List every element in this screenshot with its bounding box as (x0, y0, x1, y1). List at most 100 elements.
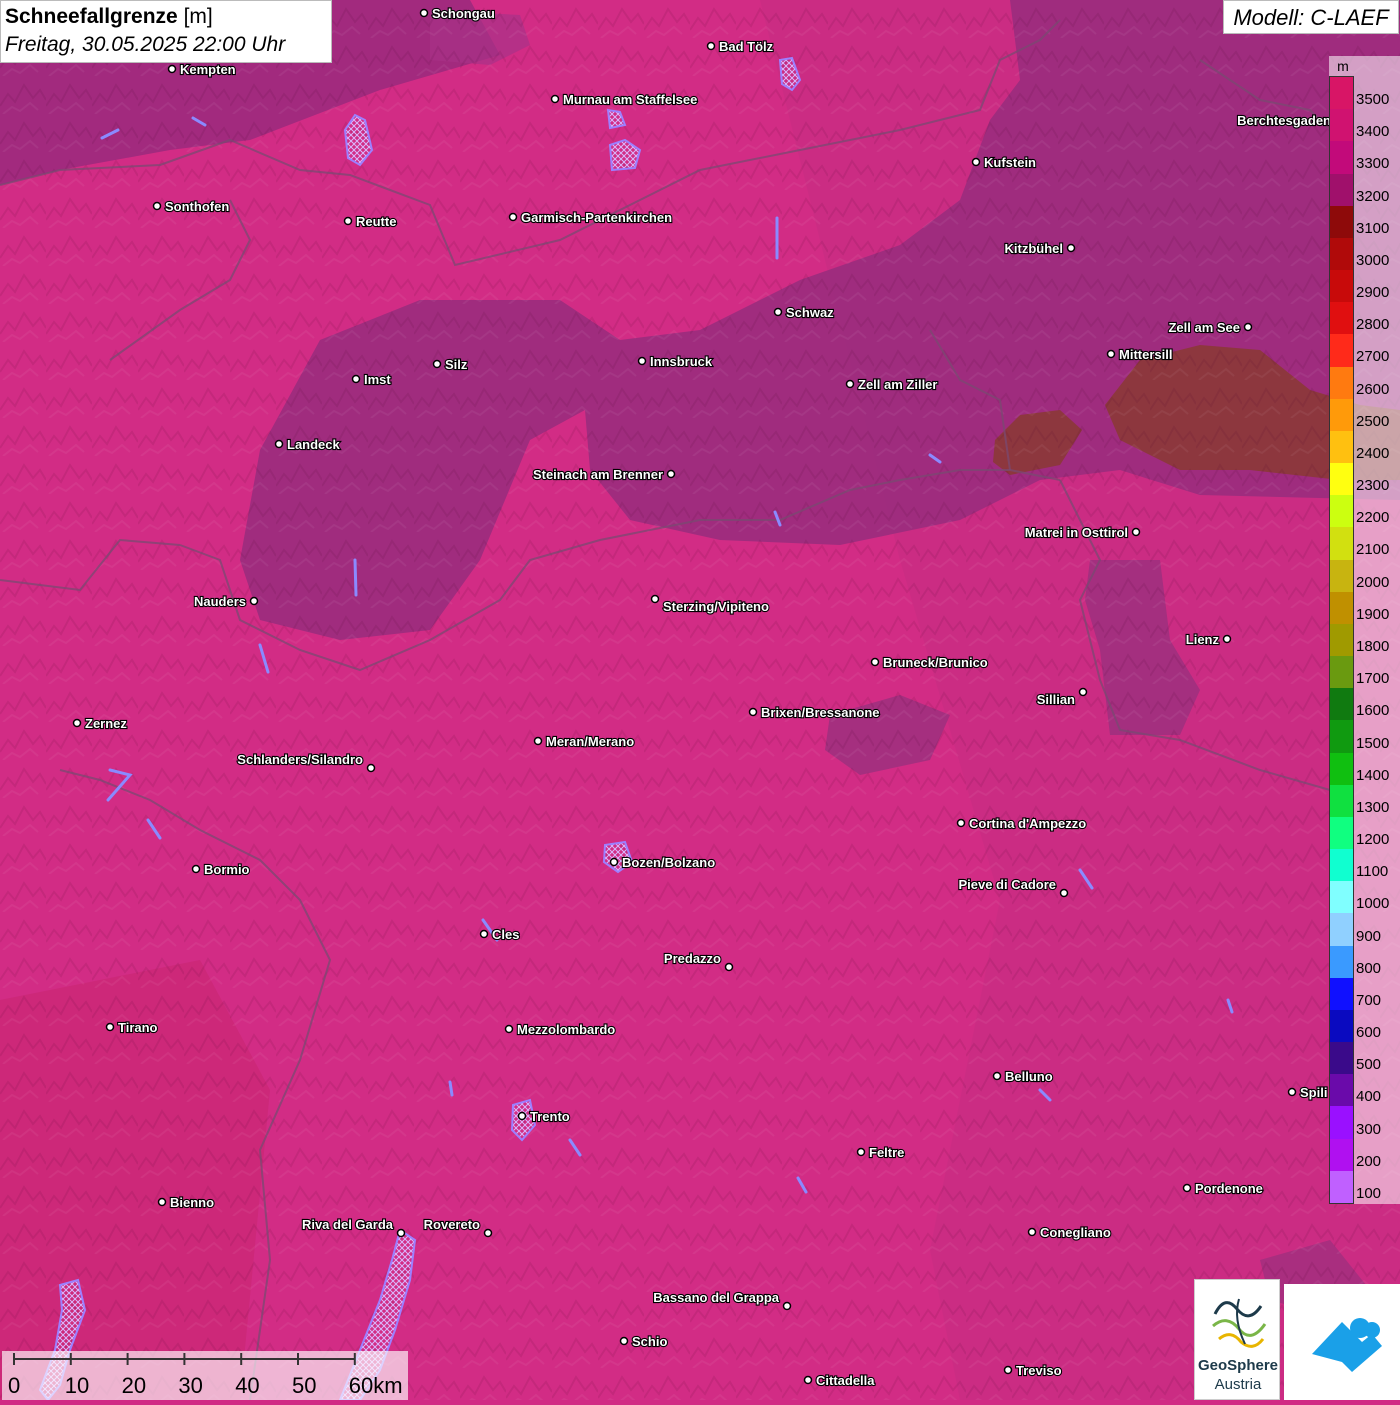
city-marker-dot (748, 707, 758, 717)
legend-swatch (1330, 205, 1353, 239)
city-marker-dot (724, 962, 734, 972)
city-label: Reutte (356, 214, 396, 229)
city-marker-dot (1066, 243, 1076, 253)
city-label: Cortina d'Ampezzo (969, 816, 1086, 831)
city-zell-am-see: Zell am See (1167, 319, 1253, 336)
legend-label: 2500 (1356, 412, 1390, 430)
legend-swatch (1330, 623, 1353, 657)
city-marker-dot (1287, 1087, 1297, 1097)
map-title-text: Schneefallgrenze (5, 5, 178, 28)
map-title-unit: [m] (183, 5, 213, 28)
legend-label: 1600 (1356, 702, 1390, 720)
legend-label: 1900 (1356, 605, 1390, 623)
city-label: Schio (632, 1334, 667, 1349)
city-marker-dot (1078, 687, 1088, 697)
city-pordenone: Pordenone (1182, 1180, 1264, 1197)
legend-label: 1100 (1356, 863, 1389, 881)
city-label: Mittersill (1119, 347, 1172, 362)
city-marker-dot (650, 594, 660, 604)
app-logo-icon (1312, 1318, 1382, 1372)
city-label: Schlanders/Silandro (237, 752, 363, 767)
legend-label: 300 (1356, 1120, 1382, 1138)
city-marker-dot (419, 8, 429, 18)
legend-swatch (1330, 945, 1353, 979)
legend-swatch (1330, 688, 1353, 721)
city-berchtesgaden: Berchtesgaden (1236, 112, 1344, 129)
geosphere-sub: Austria (1214, 1376, 1262, 1393)
legend-swatch (1330, 1138, 1353, 1172)
legend-swatch (1330, 656, 1353, 689)
city-marker-dot (782, 1301, 792, 1311)
scale-label: 50 (292, 1373, 317, 1398)
map-datetime: Freitag, 30.05.2025 22:00 Uhr (5, 33, 286, 56)
scale-label: 40 (235, 1373, 260, 1398)
snowfall-limit-map: Schongau Bad Tölz Kempten Murnau am Staffel… (0, 0, 1400, 1400)
city-garmisch-partenkirchen: Garmisch-Partenkirchen (508, 209, 673, 226)
geosphere-emblem-icon (1212, 1298, 1267, 1348)
city-label: Cittadella (816, 1373, 875, 1388)
city-marker-dot (1131, 527, 1141, 537)
city-marker-dot (508, 212, 518, 222)
city-label: Steinach am Brenner (533, 467, 663, 482)
legend-swatch (1330, 77, 1353, 110)
scale-label: 20 (121, 1373, 147, 1398)
legend-swatch (1330, 527, 1353, 561)
legend-label: 2400 (1356, 444, 1390, 462)
city-innsbruck: Innsbruck (637, 353, 714, 370)
city-label: Bruneck/Brunico (883, 655, 988, 670)
city-label: Silz (445, 357, 468, 372)
app-logo (1284, 1284, 1400, 1400)
legend-label: 2600 (1356, 380, 1390, 398)
city-label: Zernez (85, 716, 127, 731)
legend-swatch (1330, 720, 1353, 754)
city-murnau-am-staffelsee: Murnau am Staffelsee (550, 91, 698, 108)
city-label: Murnau am Staffelsee (563, 92, 697, 107)
city-marker-dot (666, 469, 676, 479)
legend-swatch (1330, 816, 1353, 850)
city-marker-dot (396, 1228, 406, 1238)
legend-swatch (1330, 1170, 1353, 1204)
city-label: Feltre (869, 1145, 904, 1160)
city-marker-dot (351, 374, 361, 384)
city-label: Tirano (118, 1020, 158, 1035)
city-marker-dot (706, 41, 716, 51)
city-marker-dot (167, 64, 177, 74)
legend-swatch (1330, 881, 1353, 914)
city-matrei-in-osttirol: Matrei in Osttirol (1024, 524, 1141, 541)
city-marker-dot (845, 379, 855, 389)
model-label: Modell: C-LAEF (1223, 0, 1399, 34)
legend-label: 2700 (1356, 348, 1390, 366)
legend-label: 1400 (1356, 766, 1390, 784)
legend-color-bar (1329, 76, 1354, 1204)
city-label: Rovereto (424, 1217, 480, 1232)
legend-label: 3400 (1356, 123, 1390, 141)
city-label: Lienz (1186, 632, 1220, 647)
city-label: Trento (530, 1109, 570, 1124)
scale-label: 60km (348, 1373, 403, 1398)
city-brixen-bressanone: Brixen/Bressanone (748, 704, 881, 721)
city-label: Meran/Merano (546, 734, 634, 749)
city-marker-dot (191, 864, 201, 874)
scale-label: 10 (64, 1373, 90, 1398)
legend-label: 1300 (1356, 798, 1390, 816)
city-bozen-bolzano: Bozen/Bolzano (609, 854, 716, 871)
city-marker-dot (533, 736, 543, 746)
city-label: Bassano del Grappa (653, 1290, 779, 1305)
city-mezzolombardo: Mezzolombardo (504, 1021, 616, 1038)
city-marker-dot (479, 929, 489, 939)
city-marker-dot (1182, 1183, 1192, 1193)
legend-swatch (1330, 173, 1353, 207)
city-label: Kitzbühel (1005, 241, 1064, 256)
legend-label: 400 (1356, 1088, 1382, 1106)
city-meran-merano: Meran/Merano (533, 733, 635, 750)
city-label: Schongau (432, 6, 495, 21)
city-marker-dot (619, 1336, 629, 1346)
scale-bar-ruler (13, 1353, 356, 1365)
legend-label: 200 (1356, 1152, 1382, 1170)
scale-bar: 0 10 20 30 40 50 60km (2, 1351, 408, 1400)
legend-label: 1800 (1356, 638, 1390, 655)
map-title-box: Schneefallgrenze [m] Freitag, 30.05.2025… (0, 0, 332, 63)
legend-swatch (1330, 237, 1353, 271)
legend-swatch (1330, 752, 1353, 786)
city-cittadella: Cittadella (803, 1372, 876, 1389)
